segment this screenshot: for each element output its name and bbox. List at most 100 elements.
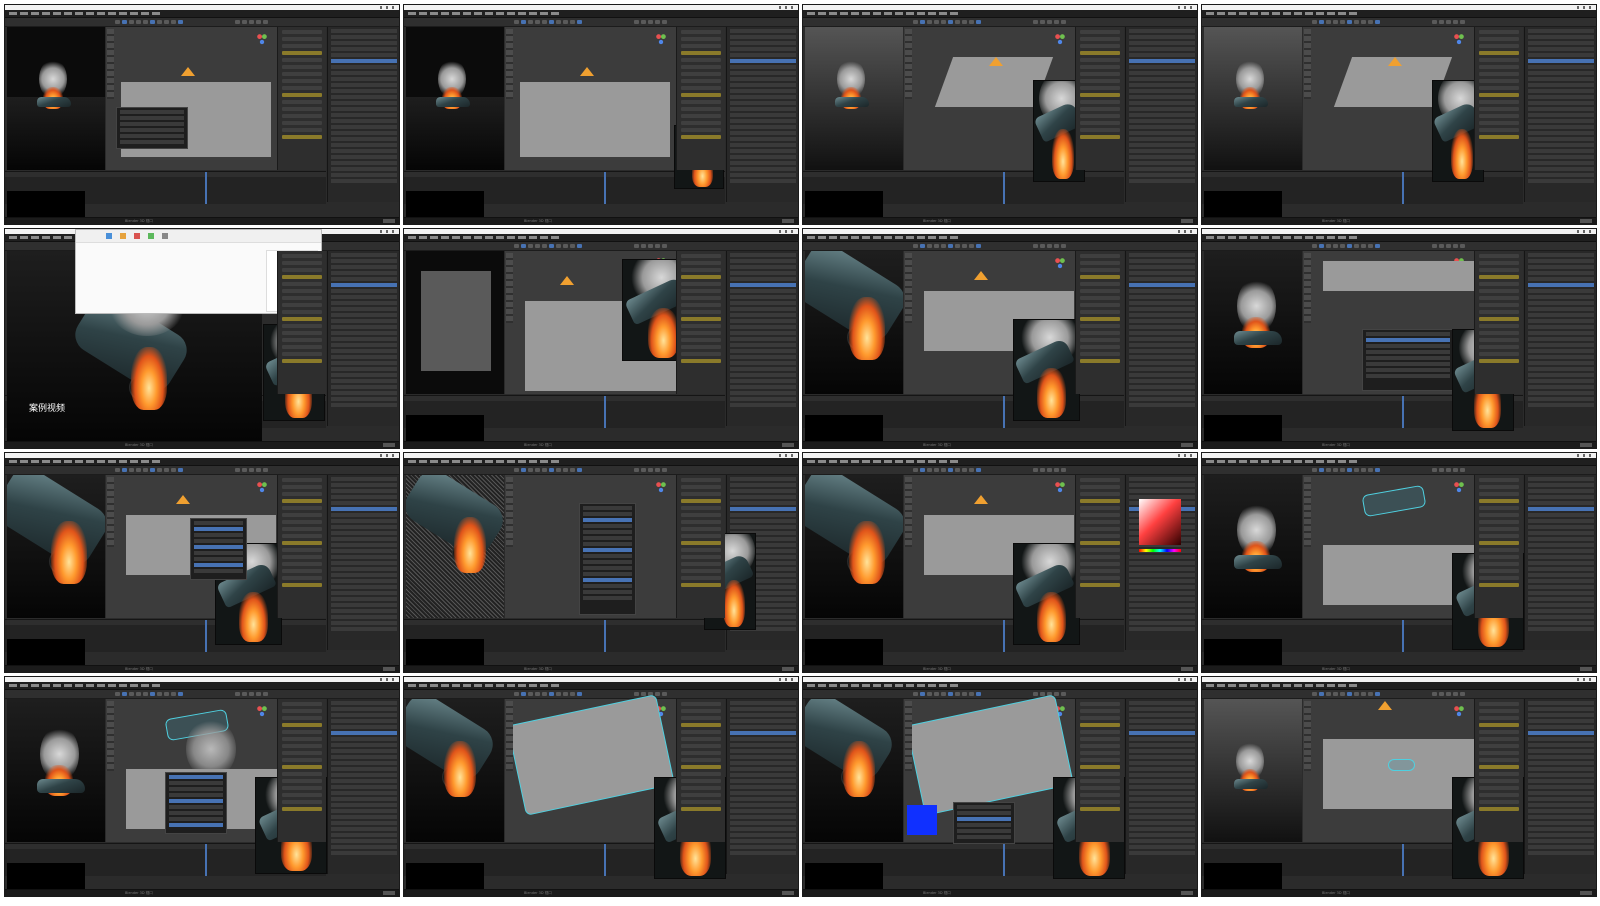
outliner-row[interactable] (730, 131, 796, 135)
shading-button[interactable] (655, 20, 660, 24)
hue-slider[interactable] (1139, 549, 1181, 552)
outliner-row[interactable] (730, 489, 796, 493)
property-field[interactable] (1479, 793, 1519, 797)
property-field[interactable] (681, 723, 721, 727)
shading-button[interactable] (1033, 20, 1038, 24)
property-field[interactable] (1479, 499, 1519, 503)
shading-button[interactable] (1047, 468, 1052, 472)
outliner-row[interactable] (1528, 585, 1594, 589)
header-tool-button[interactable] (528, 468, 533, 472)
property-field[interactable] (1080, 352, 1120, 356)
header-tool-button[interactable] (577, 244, 582, 248)
header-tool-button[interactable] (570, 20, 575, 24)
outliner-row[interactable] (730, 373, 796, 377)
header-tool-button[interactable] (1361, 244, 1366, 248)
outliner-row[interactable] (730, 59, 796, 63)
playhead[interactable] (604, 620, 606, 652)
outliner-row[interactable] (1129, 815, 1195, 819)
panel-field[interactable] (194, 563, 243, 567)
menu-item[interactable] (1327, 684, 1335, 687)
property-field[interactable] (1479, 576, 1519, 580)
outliner-row[interactable] (1528, 337, 1594, 341)
panel-field[interactable] (169, 805, 223, 809)
property-field[interactable] (282, 513, 322, 517)
property-field[interactable] (681, 737, 721, 741)
menu-item[interactable] (1261, 236, 1269, 239)
menu-item[interactable] (540, 684, 548, 687)
property-field[interactable] (1080, 569, 1120, 573)
menu-item[interactable] (895, 684, 903, 687)
property-field[interactable] (1080, 779, 1120, 783)
window-controls-icon[interactable] (1178, 454, 1194, 457)
shading-button[interactable] (1033, 244, 1038, 248)
header-tool-button[interactable] (129, 20, 134, 24)
outliner-row[interactable] (730, 143, 796, 147)
shading-button[interactable] (256, 692, 261, 696)
menu-item[interactable] (840, 460, 848, 463)
property-field[interactable] (681, 583, 721, 587)
outliner-row[interactable] (1129, 555, 1195, 559)
menu-option[interactable] (1366, 362, 1450, 366)
outliner-row[interactable] (1129, 125, 1195, 129)
outliner-row[interactable] (1528, 161, 1594, 165)
menu-item[interactable] (950, 684, 958, 687)
outliner-row[interactable] (331, 719, 397, 723)
outliner-row[interactable] (1528, 573, 1594, 577)
menu-item[interactable] (518, 684, 526, 687)
outliner-row[interactable] (730, 827, 796, 831)
outliner-row[interactable] (1129, 325, 1195, 329)
outliner-row[interactable] (1129, 53, 1195, 57)
header-tool-button[interactable] (920, 468, 925, 472)
outliner-row[interactable] (730, 89, 796, 93)
header-tool-button[interactable] (556, 20, 561, 24)
menu-item[interactable] (1206, 12, 1214, 15)
gizmo-icon[interactable] (1054, 33, 1066, 45)
outliner-row[interactable] (331, 253, 397, 257)
property-field[interactable] (681, 275, 721, 279)
property-field[interactable] (681, 30, 721, 34)
outliner-row[interactable] (1528, 149, 1594, 153)
outliner-row[interactable] (730, 53, 796, 57)
menu-item[interactable] (529, 236, 537, 239)
shading-button[interactable] (1432, 244, 1437, 248)
outliner-row[interactable] (1528, 107, 1594, 111)
outliner-row[interactable] (331, 827, 397, 831)
outliner-row[interactable] (331, 627, 397, 631)
menu-item[interactable] (829, 236, 837, 239)
outliner-row[interactable] (1129, 295, 1195, 299)
shading-button[interactable] (1446, 692, 1451, 696)
shading-button[interactable] (1432, 692, 1437, 696)
outliner-row[interactable] (331, 725, 397, 729)
property-field[interactable] (282, 534, 322, 538)
menu-item[interactable] (130, 460, 138, 463)
outliner-row[interactable] (331, 761, 397, 765)
menu-item[interactable] (1305, 684, 1313, 687)
shading-button[interactable] (1047, 244, 1052, 248)
property-field[interactable] (282, 765, 322, 769)
property-field[interactable] (282, 345, 322, 349)
outliner-row[interactable] (1528, 89, 1594, 93)
window-controls-icon[interactable] (1577, 6, 1593, 9)
header-tool-button[interactable] (514, 244, 519, 248)
shading-button[interactable] (1439, 20, 1444, 24)
property-field[interactable] (282, 86, 322, 90)
playhead[interactable] (1402, 172, 1404, 204)
header-tool-button[interactable] (969, 244, 974, 248)
header-tool-button[interactable] (1354, 468, 1359, 472)
outliner-row[interactable] (1129, 71, 1195, 75)
header-tool-button[interactable] (1340, 20, 1345, 24)
outliner-row[interactable] (331, 597, 397, 601)
header-tool-button[interactable] (542, 244, 547, 248)
gizmo-icon[interactable] (655, 481, 667, 493)
outliner-row[interactable] (1528, 809, 1594, 813)
header-tool-button[interactable] (1347, 244, 1352, 248)
property-field[interactable] (1479, 548, 1519, 552)
property-field[interactable] (1080, 744, 1120, 748)
property-field[interactable] (282, 492, 322, 496)
property-field[interactable] (681, 548, 721, 552)
outliner-row[interactable] (331, 531, 397, 535)
header-tool-button[interactable] (528, 244, 533, 248)
property-field[interactable] (282, 51, 322, 55)
header-tool-button[interactable] (1368, 20, 1373, 24)
header-tool-button[interactable] (1361, 468, 1366, 472)
